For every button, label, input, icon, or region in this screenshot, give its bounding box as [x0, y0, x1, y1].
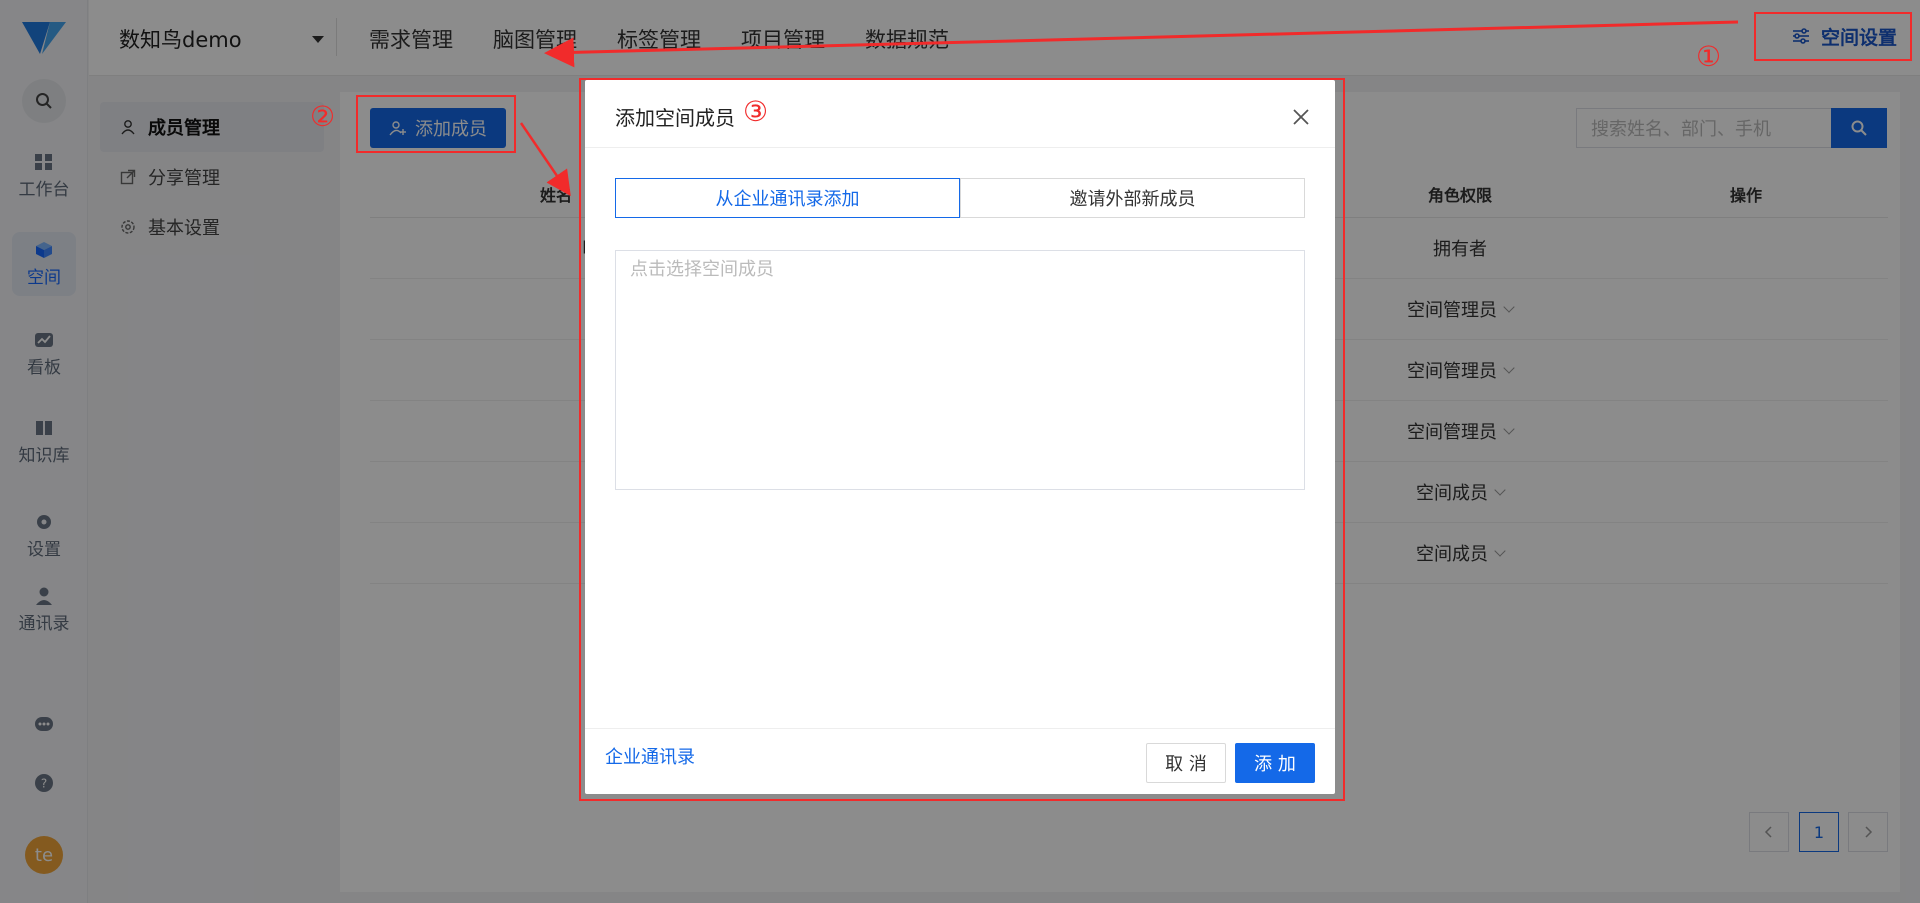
annotation-box-space-settings: [1754, 12, 1912, 61]
annotation-box-dialog: [579, 78, 1345, 801]
annotation-number-1: ①: [1696, 40, 1722, 73]
annotation-number-3: ③: [743, 95, 769, 128]
annotation-box-add-member: [356, 95, 516, 153]
annotation-number-2: ②: [310, 100, 336, 133]
